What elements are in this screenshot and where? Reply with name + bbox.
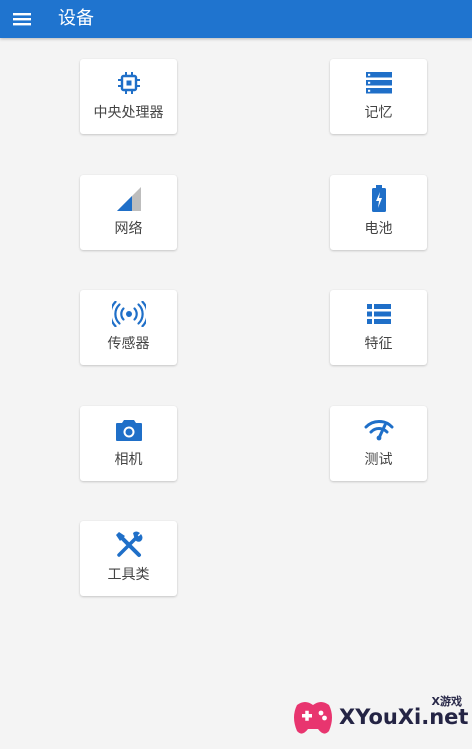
watermark-big-text: XYouXi.net: [339, 705, 469, 729]
camera-card-label: 相机: [114, 452, 143, 468]
tools-card[interactable]: 工具类: [80, 521, 177, 596]
cpu-chip-icon: [80, 70, 177, 96]
watermark: X游戏 XYouXi.net: [291, 693, 469, 743]
sensors-card[interactable]: 传感器: [80, 290, 177, 365]
camera-icon: [80, 417, 177, 443]
tests-card-label: 测试: [364, 452, 393, 468]
app-bar: 设备: [0, 0, 472, 38]
battery-charging-icon: [330, 185, 427, 212]
hamburger-menu-icon: [13, 13, 31, 26]
sensors-card-label: 传感器: [107, 336, 150, 352]
battery-card[interactable]: 电池: [330, 175, 427, 250]
sensor-waves-icon: [80, 301, 177, 327]
tests-card[interactable]: 测试: [330, 406, 427, 481]
tools-card-label: 工具类: [107, 567, 150, 583]
memory-storage-icon: [330, 70, 427, 96]
tools-icon: [80, 531, 177, 558]
features-card[interactable]: 特征: [330, 290, 427, 365]
gamepad-logo-icon: [291, 697, 335, 739]
network-card-label: 网络: [114, 221, 143, 237]
signal-strength-icon: [80, 186, 177, 212]
features-card-label: 特征: [364, 336, 393, 352]
camera-card[interactable]: 相机: [80, 406, 177, 481]
menu-button[interactable]: [8, 5, 36, 33]
battery-card-label: 电池: [364, 221, 393, 237]
wifi-test-icon: [330, 417, 427, 443]
memory-card-label: 记忆: [364, 105, 393, 121]
page-title: 设备: [58, 8, 94, 29]
memory-card[interactable]: 记忆: [330, 59, 427, 134]
feature-list-icon: [330, 301, 427, 327]
network-card[interactable]: 网络: [80, 175, 177, 250]
cpu-card[interactable]: 中央处理器: [80, 59, 177, 134]
cpu-card-label: 中央处理器: [93, 105, 164, 121]
